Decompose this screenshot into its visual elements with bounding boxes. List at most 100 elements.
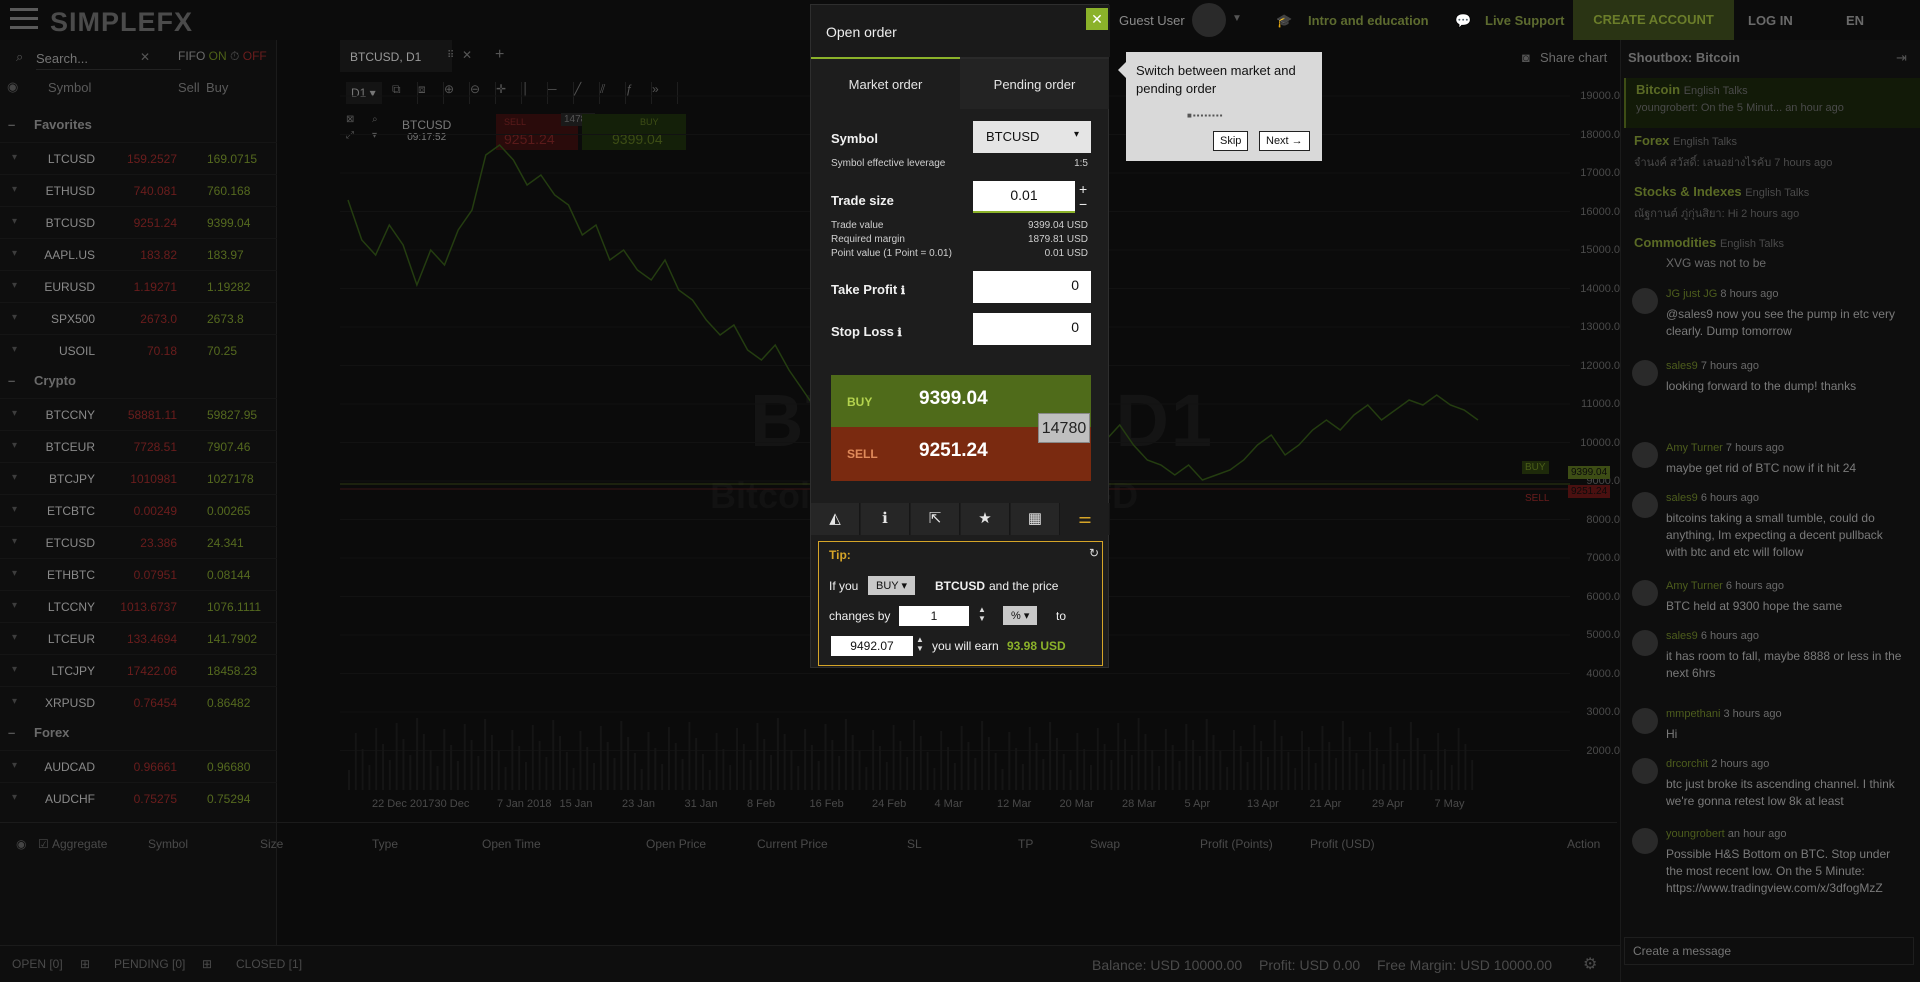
- table-row[interactable]: ▾ XRPUSD 0.76454 0.86482: [0, 686, 277, 718]
- avatar[interactable]: [1632, 360, 1658, 386]
- row-sell[interactable]: 0.07951: [134, 568, 177, 582]
- chevron-down-icon[interactable]: ▾: [12, 792, 17, 803]
- row-buy[interactable]: 2673.8: [207, 312, 244, 326]
- add-tab-icon[interactable]: +: [495, 46, 504, 64]
- chevron-down-icon[interactable]: ▾: [12, 312, 17, 323]
- info-icon[interactable]: ℹ: [901, 285, 905, 297]
- table-row[interactable]: ▾ BTCUSD 9251.24 9399.04: [0, 206, 277, 238]
- message-author[interactable]: Amy Turner: [1666, 580, 1723, 592]
- clear-icon[interactable]: ✕: [140, 50, 150, 64]
- chevron-down-icon[interactable]: ▾: [12, 152, 17, 163]
- row-sell[interactable]: 159.2527: [127, 152, 177, 166]
- row-buy[interactable]: 183.97: [207, 248, 244, 262]
- col-symbol[interactable]: Symbol: [48, 80, 91, 95]
- group-crypto[interactable]: Crypto: [0, 366, 277, 396]
- col-swap[interactable]: Swap: [1090, 837, 1120, 851]
- col-buy[interactable]: Buy: [206, 80, 228, 95]
- chevron-down-icon[interactable]: ▾: [12, 344, 17, 355]
- tab-market-order[interactable]: Market order: [811, 57, 960, 109]
- message-author[interactable]: Amy Turner: [1666, 442, 1723, 454]
- message-author[interactable]: sales9: [1666, 360, 1698, 372]
- avatar[interactable]: [1192, 3, 1226, 37]
- row-sell[interactable]: 7728.51: [134, 440, 177, 454]
- col-sl[interactable]: SL: [907, 837, 922, 851]
- chevron-down-icon[interactable]: ▾: [12, 696, 17, 707]
- table-row[interactable]: ▾ AUDCHF 0.75275 0.75294: [0, 782, 277, 814]
- external-link-icon[interactable]: ⇱: [911, 503, 960, 535]
- chevron-down-icon[interactable]: ▾: [12, 632, 17, 643]
- fifo-on[interactable]: ON: [209, 49, 227, 63]
- row-buy[interactable]: 7907.46: [207, 440, 250, 454]
- avatar[interactable]: [1632, 442, 1658, 468]
- message-author[interactable]: youngrobert: [1666, 828, 1725, 840]
- message-author[interactable]: mmpethani: [1666, 708, 1720, 720]
- skip-button[interactable]: Skip: [1213, 131, 1249, 151]
- message-author[interactable]: drcorchit: [1666, 758, 1708, 770]
- tip-action-select[interactable]: BUY ▾: [868, 576, 915, 595]
- chevron-down-icon[interactable]: ▾: [12, 568, 17, 579]
- row-sell[interactable]: 70.18: [147, 344, 177, 358]
- avatar[interactable]: [1632, 580, 1658, 606]
- aggregate-checkbox[interactable]: ☑: [38, 837, 49, 851]
- avatar[interactable]: [1632, 492, 1658, 518]
- row-sell[interactable]: 740.081: [134, 184, 177, 198]
- increment-button[interactable]: +: [1079, 181, 1087, 197]
- next-button[interactable]: Next →: [1259, 131, 1310, 151]
- add-pending-icon[interactable]: ⊞: [202, 957, 212, 971]
- avatar[interactable]: [1632, 288, 1658, 314]
- row-sell[interactable]: 1.19271: [134, 280, 177, 294]
- language-select[interactable]: EN: [1846, 13, 1864, 28]
- row-sell[interactable]: 2673.0: [140, 312, 177, 326]
- chevron-down-icon[interactable]: ▾: [12, 184, 17, 195]
- row-sell[interactable]: 9251.24: [134, 216, 177, 230]
- table-row[interactable]: ▾ LTCUSD 159.2527 169.0715: [0, 142, 277, 174]
- tip-icon[interactable]: ⚌: [1061, 503, 1110, 535]
- group-favorites[interactable]: Favorites: [0, 110, 277, 140]
- avatar[interactable]: [1632, 630, 1658, 656]
- row-buy[interactable]: 9399.04: [207, 216, 250, 230]
- share-chart-button[interactable]: Share chart: [1540, 50, 1607, 65]
- tab-pending-order[interactable]: Pending order: [960, 57, 1109, 109]
- col-open-time[interactable]: Open Time: [482, 837, 541, 851]
- row-sell[interactable]: 0.00249: [134, 504, 177, 518]
- table-row[interactable]: ▾ ETHBTC 0.07951 0.08144: [0, 558, 277, 590]
- eye-icon[interactable]: ◉: [16, 837, 26, 851]
- table-row[interactable]: ▾ ETHUSD 740.081 760.168: [0, 174, 277, 206]
- row-buy[interactable]: 141.7902: [207, 632, 257, 646]
- group-forex[interactable]: Forex: [0, 718, 277, 748]
- chevron-down-icon[interactable]: ▾: [12, 216, 17, 227]
- row-buy[interactable]: 24.341: [207, 536, 244, 550]
- table-row[interactable]: ▾ AAPL.US 183.82 183.97: [0, 238, 277, 270]
- logo[interactable]: SIMPLEFX: [50, 7, 193, 38]
- avatar[interactable]: [1632, 758, 1658, 784]
- fifo-off[interactable]: OFF: [243, 49, 267, 63]
- table-row[interactable]: ▾ BTCJPY 1010981 1027178: [0, 462, 277, 494]
- chevron-down-icon[interactable]: ▾: [12, 600, 17, 611]
- row-sell[interactable]: 17422.06: [127, 664, 177, 678]
- decrement-button[interactable]: −: [1079, 196, 1087, 212]
- tip-target-input[interactable]: 9492.07: [831, 636, 913, 656]
- chart-tab[interactable]: BTCUSD, D1: [340, 40, 452, 72]
- chevron-down-icon[interactable]: ▾: [12, 664, 17, 675]
- info-circle-icon[interactable]: ℹ: [861, 503, 910, 535]
- chevron-down-icon[interactable]: ▾: [12, 408, 17, 419]
- row-buy[interactable]: 1.19282: [207, 280, 250, 294]
- channel-2[interactable]: Stocks & Indexes English Talks ณัฐกานต์ ภ…: [1624, 180, 1920, 230]
- message-author[interactable]: sales9: [1666, 630, 1698, 642]
- close-tab-icon[interactable]: ✕: [462, 48, 472, 62]
- stop-loss-input[interactable]: 0: [973, 313, 1091, 345]
- row-buy[interactable]: 760.168: [207, 184, 250, 198]
- col-profit-points[interactable]: Profit (Points): [1200, 837, 1273, 851]
- row-buy[interactable]: 0.75294: [207, 792, 250, 806]
- intro-link[interactable]: Intro and education: [1308, 13, 1429, 28]
- chevron-down-icon[interactable]: ▾: [12, 440, 17, 451]
- row-buy[interactable]: 0.00265: [207, 504, 250, 518]
- row-sell[interactable]: 23.386: [140, 536, 177, 550]
- grid-icon[interactable]: ⠿: [447, 50, 454, 61]
- chevron-down-icon[interactable]: ▾: [12, 472, 17, 483]
- tab-closed[interactable]: CLOSED [1]: [236, 957, 302, 971]
- channel-0[interactable]: Bitcoin English Talks youngrobert: On the…: [1624, 78, 1920, 128]
- table-row[interactable]: ▾ BTCCNY 58881.11 59827.95: [0, 398, 277, 430]
- row-sell[interactable]: 183.82: [140, 248, 177, 262]
- row-sell[interactable]: 133.4694: [127, 632, 177, 646]
